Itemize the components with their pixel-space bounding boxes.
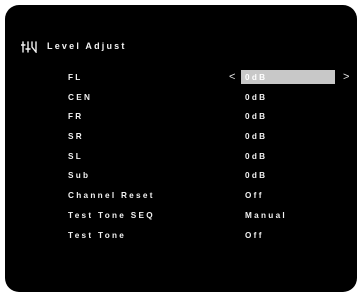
menu-row-sl[interactable]: SL 0dB [5, 147, 357, 167]
page-title: Level Adjust [47, 41, 127, 51]
arrow-left-icon[interactable]: < [229, 71, 235, 83]
row-label: Test Tone [68, 230, 127, 240]
menu-row-test-tone-seq[interactable]: Test Tone SEQ Manual [5, 206, 357, 226]
settings-list: FL < 0dB > CEN 0dB FR 0dB SR 0dB SL 0dB … [5, 68, 357, 245]
row-label: SL [68, 151, 84, 161]
menu-row-channel-reset[interactable]: Channel Reset Off [5, 186, 357, 206]
menu-row-fl[interactable]: FL < 0dB > [5, 68, 357, 88]
menu-row-cen[interactable]: CEN 0dB [5, 88, 357, 108]
row-value: Off [245, 191, 264, 201]
menu-row-fr[interactable]: FR 0dB [5, 107, 357, 127]
row-label: FL [68, 73, 83, 82]
row-value: 0dB [245, 92, 268, 102]
row-value: 0dB [245, 171, 268, 181]
row-label: FR [68, 112, 84, 122]
row-value: 0dB [245, 151, 268, 161]
row-label: Sub [68, 171, 91, 181]
menu-row-sr[interactable]: SR 0dB [5, 127, 357, 147]
osd-screen: Level Adjust FL < 0dB > CEN 0dB FR 0dB S… [5, 5, 357, 292]
menu-row-test-tone[interactable]: Test Tone Off [5, 226, 357, 246]
row-label: Channel Reset [68, 191, 155, 201]
menu-row-sub[interactable]: Sub 0dB [5, 166, 357, 186]
row-value: 0dB [245, 132, 268, 142]
row-label: Test Tone SEQ [68, 210, 155, 220]
row-label: SR [68, 132, 84, 142]
row-value: 0dB [245, 112, 268, 122]
row-label: CEN [68, 92, 93, 102]
level-adjust-icon [20, 40, 37, 54]
arrow-right-icon[interactable]: > [343, 71, 349, 83]
row-value[interactable]: 0dB [245, 73, 267, 82]
row-value: Off [245, 230, 264, 240]
row-value: Manual [245, 210, 288, 220]
menu-header: Level Adjust [20, 38, 127, 54]
